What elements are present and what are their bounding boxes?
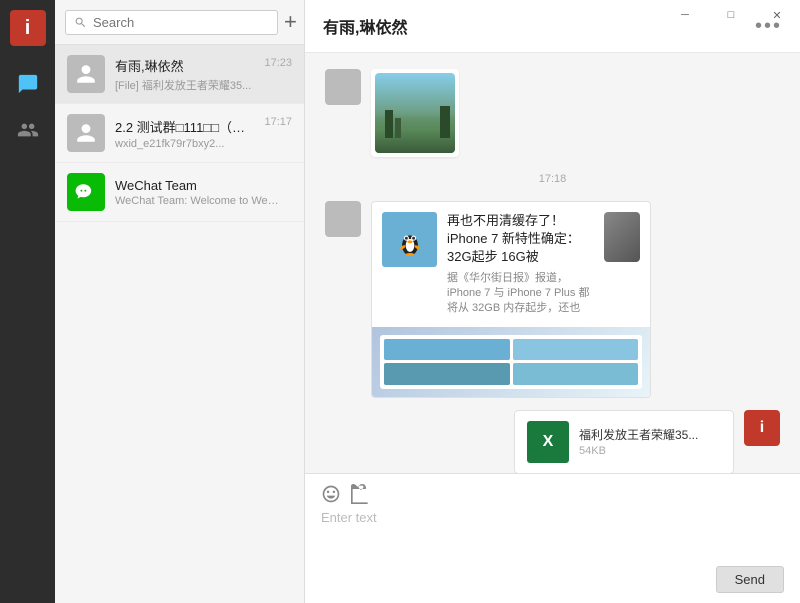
sidebar-item-contacts[interactable] <box>10 112 46 148</box>
input-toolbar <box>321 484 784 504</box>
article-card: 再也不用清缓存了！iPhone 7 新特性确定：32G起步 16G被 据《华尔街… <box>371 201 651 398</box>
sender-avatar: i <box>744 410 780 446</box>
contact-info: WeChat Team WeChat Team: Welcome to WeCh… <box>115 178 282 207</box>
file-name: 福利发放王者荣耀35... <box>579 426 721 443</box>
article-side-image <box>604 212 640 262</box>
article-title: 再也不用清缓存了！iPhone 7 新特性确定：32G起步 16G被 <box>447 212 594 267</box>
contact-preview: [File] 福利发放王者荣耀35... <box>115 77 254 93</box>
message-bubble <box>371 69 459 157</box>
contact-time: 17:17 <box>264 116 292 128</box>
article-preview-image <box>372 327 650 397</box>
window-controls: ─ □ ✕ <box>662 0 800 30</box>
preview-cell <box>513 363 639 385</box>
emoji-button[interactable] <box>321 484 341 504</box>
input-area: Enter text Send <box>305 473 800 603</box>
contact-time: 17:23 <box>264 57 292 69</box>
time-divider: 17:18 <box>325 173 780 185</box>
contact-panel: + 有雨,琳依然 [File] 福利发放王者荣耀35... 17:23 <box>55 0 305 603</box>
input-placeholder: Enter text <box>321 510 377 525</box>
message-input[interactable]: Enter text <box>321 510 784 560</box>
search-icon <box>74 16 87 29</box>
avatar <box>67 173 105 211</box>
chat-area: 有雨,琳依然 ••• 17:18 <box>305 0 800 603</box>
preview-cell <box>384 339 510 361</box>
message-row <box>325 69 780 157</box>
search-input[interactable] <box>93 15 269 30</box>
city-image <box>375 73 455 153</box>
contact-preview: WeChat Team: Welcome to WeChat! <box>115 195 282 207</box>
maximize-button[interactable]: □ <box>708 0 754 30</box>
article-header: 再也不用清缓存了！iPhone 7 新特性确定：32G起步 16G被 据《华尔街… <box>372 202 650 327</box>
contact-name: 有雨,琳依然 <box>115 56 254 75</box>
article-text: 再也不用清缓存了！iPhone 7 新特性确定：32G起步 16G被 据《华尔街… <box>447 212 594 317</box>
article-description: 据《华尔街日报》报道，iPhone 7 与 iPhone 7 Plus 都将从 … <box>447 271 594 317</box>
sidebar: i <box>0 0 55 603</box>
sender-avatar <box>325 69 361 105</box>
avatar <box>67 114 105 152</box>
close-button[interactable]: ✕ <box>754 0 800 30</box>
message-row: 再也不用清缓存了！iPhone 7 新特性确定：32G起步 16G被 据《华尔街… <box>325 201 780 398</box>
message-row-sent: i X 福利发放王者荣耀35... 54KB <box>325 410 780 473</box>
send-button[interactable]: Send <box>716 566 784 593</box>
contact-preview: wxid_e21fk79r7bxy2... <box>115 138 254 150</box>
contact-list: 有雨,琳依然 [File] 福利发放王者荣耀35... 17:23 2.2 测试… <box>55 45 304 603</box>
contact-item[interactable]: 有雨,琳依然 [File] 福利发放王者荣耀35... 17:23 <box>55 45 304 104</box>
file-bubble[interactable]: X 福利发放王者荣耀35... 54KB <box>514 410 734 473</box>
chat-title: 有雨,琳依然 <box>323 14 407 38</box>
preview-inner <box>380 335 642 389</box>
contact-info: 有雨,琳依然 [File] 福利发放王者荣耀35... <box>115 56 254 93</box>
contact-name: 2.2 测试群□111□□（）test gr... <box>115 117 254 136</box>
add-contact-button[interactable]: + <box>284 8 297 36</box>
sender-avatar <box>325 201 361 237</box>
file-attach-button[interactable] <box>351 484 371 504</box>
article-thumbnail <box>382 212 437 267</box>
messages-area: 17:18 <box>305 53 800 473</box>
article-message[interactable]: 再也不用清缓存了！iPhone 7 新特性确定：32G起步 16G被 据《华尔街… <box>371 201 651 398</box>
search-input-wrap[interactable] <box>65 10 278 35</box>
contact-item[interactable]: 2.2 测试群□111□□（）test gr... wxid_e21fk79r7… <box>55 104 304 163</box>
send-row: Send <box>321 566 784 593</box>
preview-cell <box>513 339 639 361</box>
contact-info: 2.2 测试群□111□□（）test gr... wxid_e21fk79r7… <box>115 117 254 150</box>
preview-cell <box>384 363 510 385</box>
search-bar: + <box>55 0 304 45</box>
minimize-button[interactable]: ─ <box>662 0 708 30</box>
avatar <box>67 55 105 93</box>
contact-item[interactable]: WeChat Team WeChat Team: Welcome to WeCh… <box>55 163 304 222</box>
file-icon: X <box>527 421 569 463</box>
file-size: 54KB <box>579 445 721 457</box>
contact-name: WeChat Team <box>115 178 282 193</box>
sidebar-item-chat[interactable] <box>10 66 46 102</box>
preview-grid <box>380 335 642 389</box>
file-info: 福利发放王者荣耀35... 54KB <box>579 426 721 457</box>
user-avatar[interactable]: i <box>10 10 46 46</box>
